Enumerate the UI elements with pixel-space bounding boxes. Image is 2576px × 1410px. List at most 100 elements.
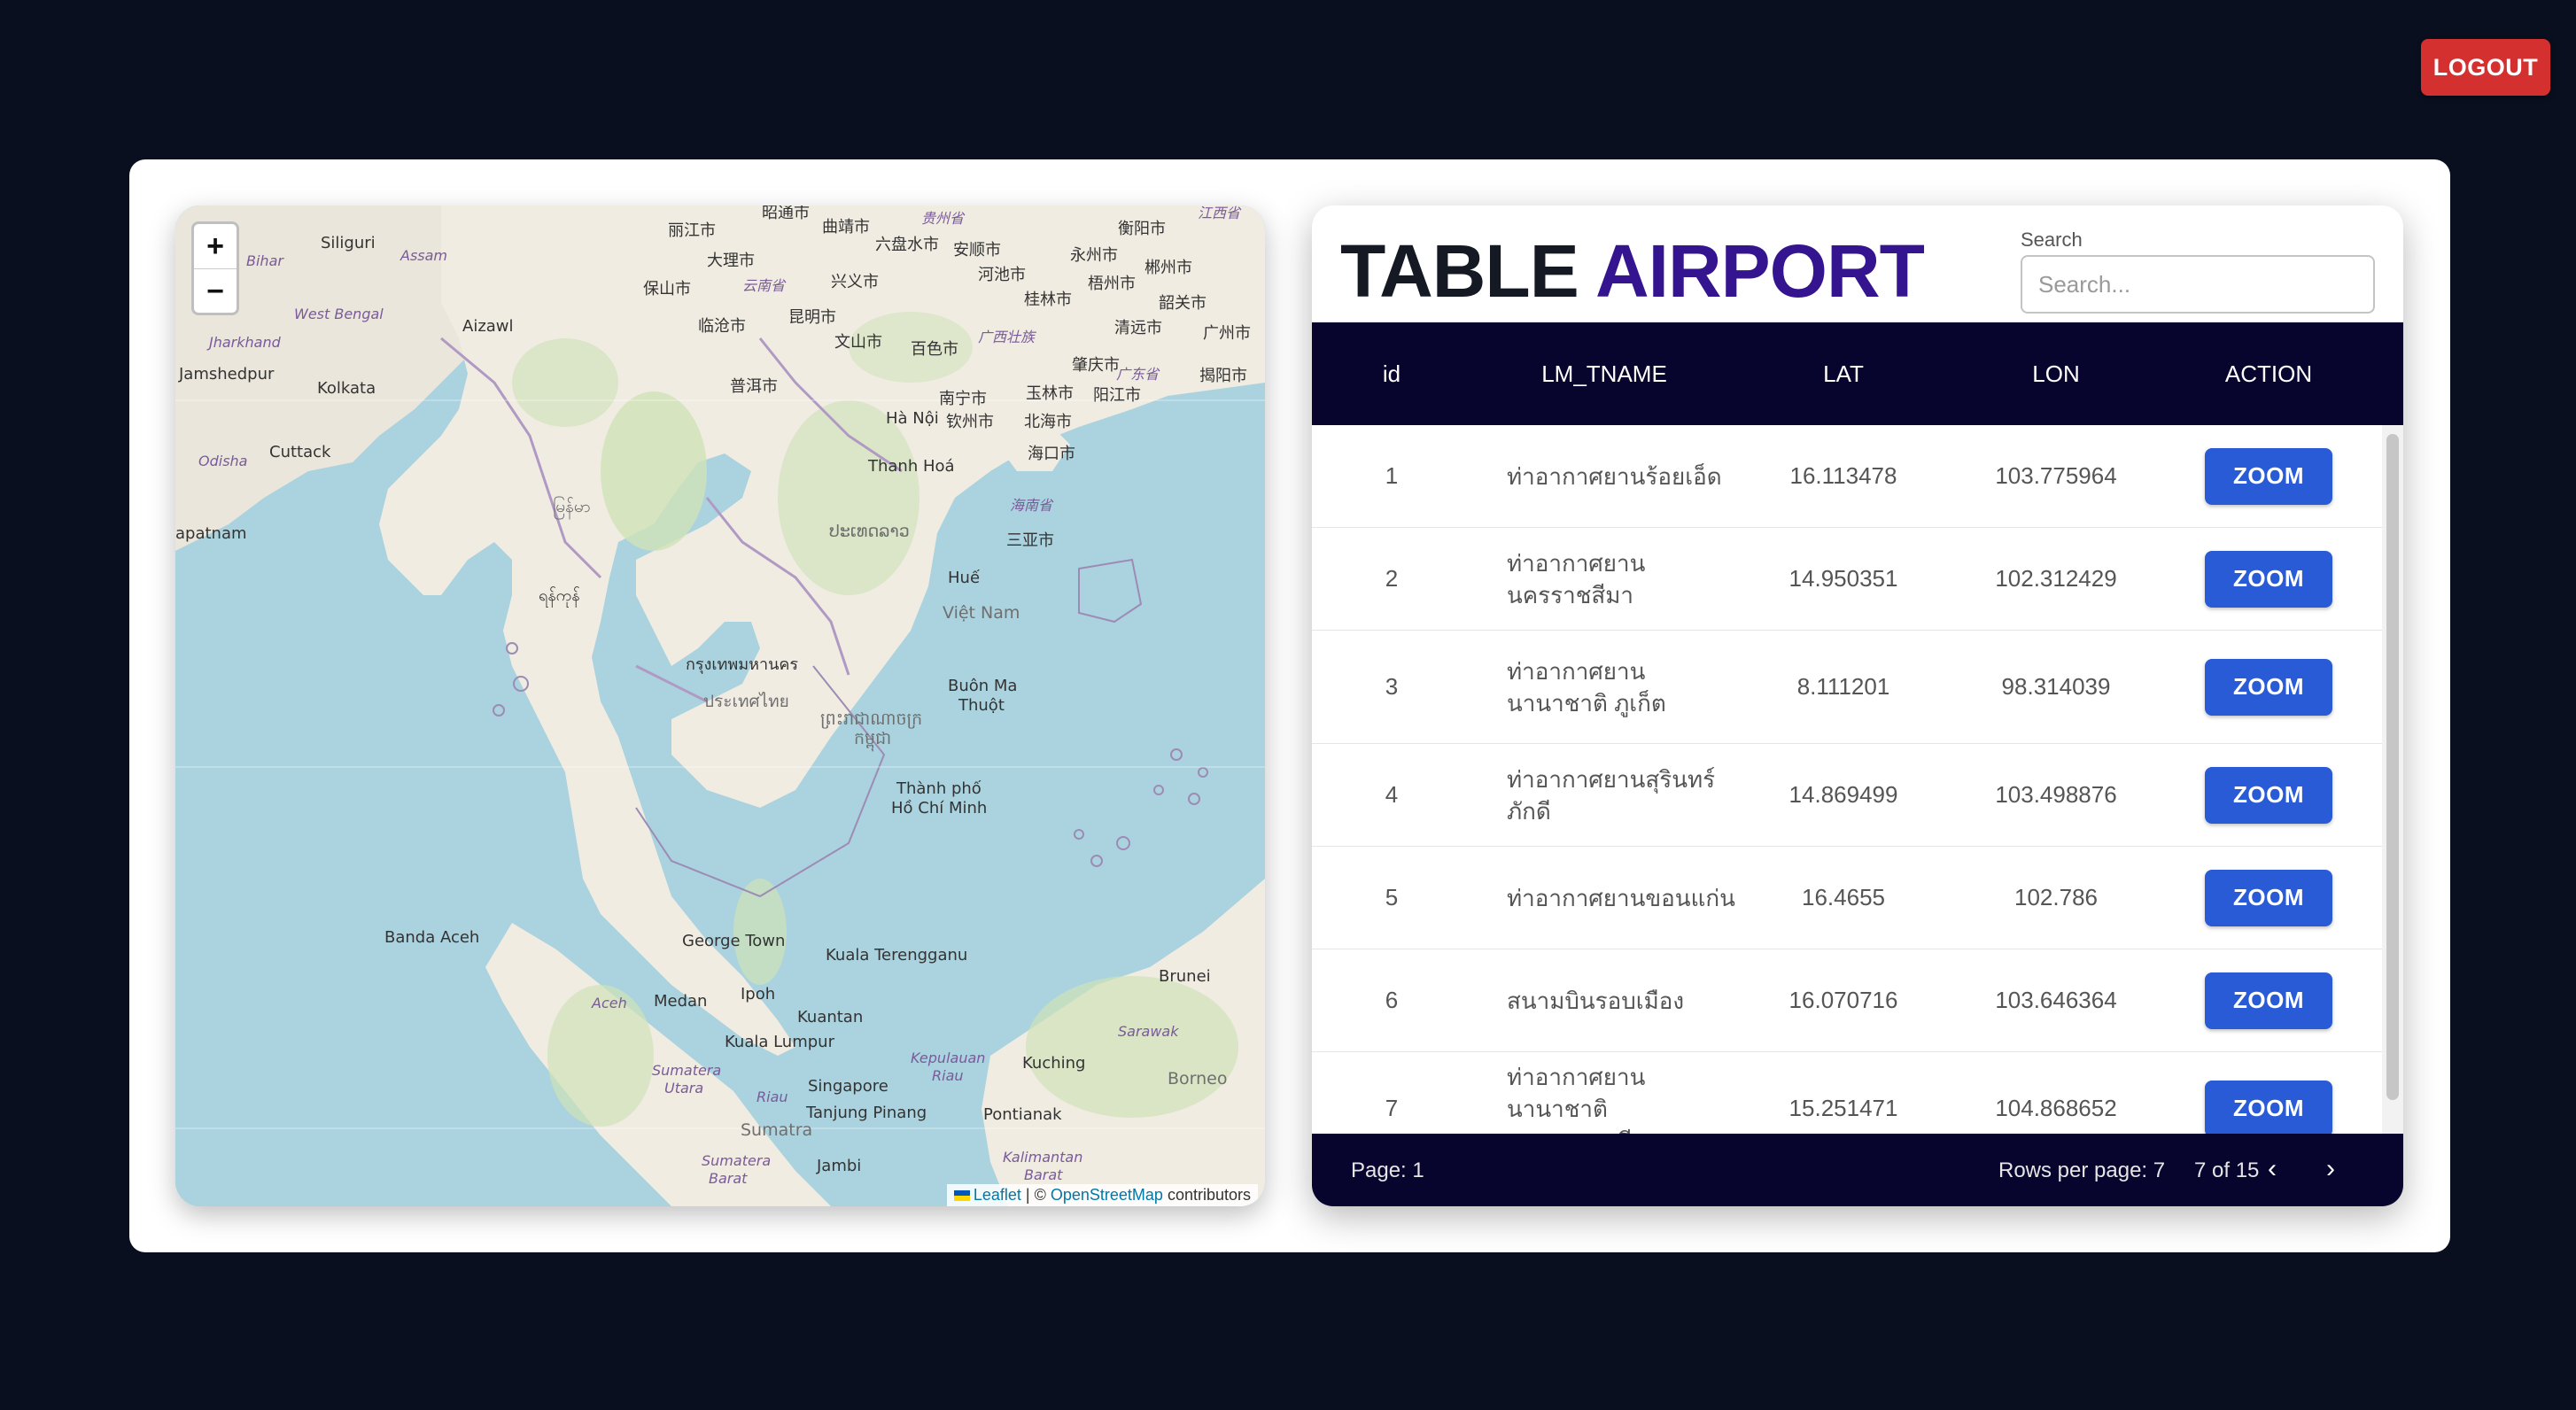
zoom-button[interactable]: ZOOM [2205, 972, 2332, 1029]
map-label: Pontianak [983, 1105, 1062, 1124]
zoom-button[interactable]: ZOOM [2205, 447, 2332, 505]
map-label: 普洱市 [730, 377, 778, 396]
map-label: 云南省 [742, 277, 787, 294]
table-row: 2 ท่าอากาศยานนครราชสีมา 14.950351 102.31… [1312, 528, 2382, 631]
cell-lon: 102.312429 [1995, 565, 2117, 592]
cell-lat: 15.251471 [1788, 1095, 1898, 1121]
map-label: Barat [1024, 1166, 1063, 1183]
cell-lon: 103.498876 [1995, 781, 2117, 808]
map-label: 贵州省 [921, 210, 966, 227]
zoom-button[interactable]: ZOOM [2205, 766, 2332, 824]
next-page-button[interactable]: › [2313, 1151, 2348, 1187]
osm-link[interactable]: OpenStreetMap [1051, 1186, 1163, 1204]
cell-action: ZOOM [2162, 447, 2375, 505]
cell-lat: 14.950351 [1788, 565, 1898, 592]
map-label: 广东省 [1116, 366, 1160, 383]
cell-lon: 104.868652 [1995, 1095, 2117, 1121]
map-label: Borneo [1168, 1069, 1228, 1088]
map-label: Sumatera [702, 1152, 771, 1169]
cell-lat: 14.869499 [1788, 781, 1898, 808]
cell-name: ท่าอากาศยานขอนแก่น [1507, 884, 1735, 911]
leaflet-link[interactable]: Leaflet [974, 1186, 1021, 1204]
cell-id: 6 [1385, 987, 1399, 1013]
map-label: Hồ Chí Minh [891, 799, 987, 817]
page-indicator: Page: 1 [1351, 1158, 1424, 1182]
column-header-name[interactable]: LM_TNAME [1471, 360, 1737, 388]
map-label: Bihar [246, 252, 284, 269]
search-input[interactable] [2021, 255, 2375, 314]
map-label: Sumatera [652, 1062, 721, 1079]
cell-action: ZOOM [2162, 869, 2375, 926]
table-scrollbar[interactable] [2382, 425, 2403, 1134]
map-tiles: Siliguri Kolkata Jamshedpur Cuttack apat… [175, 205, 1265, 1206]
cell-lat: 8.111201 [1796, 673, 1890, 700]
cell-action: ZOOM [2162, 766, 2375, 824]
rows-per-page: Rows per page: 7 [1998, 1158, 2166, 1182]
cell-lat: 16.4655 [1802, 884, 1885, 910]
map-label: ປະເທດລາວ [829, 522, 910, 541]
cell-lon: 102.786 [2014, 884, 2098, 910]
column-header-id[interactable]: id [1312, 360, 1471, 388]
map-label: 梧州市 [1088, 275, 1136, 293]
cell-name: ท่าอากาศยานนานาชาติ อุบลราชธานี [1507, 1063, 1646, 1135]
map-label: Thanh Hoá [867, 457, 955, 476]
map-label: 江西省 [1198, 205, 1242, 221]
map-label: Kuala Terengganu [826, 946, 967, 965]
map-label: 河池市 [978, 266, 1026, 284]
map-label: 安顺市 [953, 241, 1001, 260]
title-part-2: AIRPORT [1594, 229, 1925, 313]
attribution-contributors: contributors [1162, 1186, 1251, 1204]
map-label: 广西壮族 [978, 329, 1037, 345]
map-label: ရန်ကုန် [539, 586, 580, 608]
logout-button[interactable]: LOGOUT [2421, 39, 2550, 96]
map-label: 衡阳市 [1118, 220, 1166, 238]
cell-name: ท่าอากาศยานสุรินทร์ภักดี [1507, 765, 1716, 825]
map-label: 昆明市 [788, 308, 836, 327]
map-label: 玉林市 [1026, 384, 1074, 403]
map-label: 韶关市 [1159, 294, 1207, 313]
table-row: 3 ท่าอากาศยานนานาชาติ ภูเก็ต 8.111201 98… [1312, 631, 2382, 744]
zoom-button[interactable]: ZOOM [2205, 1080, 2332, 1134]
zoom-in-button[interactable]: + [194, 224, 237, 269]
table-row: 4 ท่าอากาศยานสุรินทร์ภักดี 14.869499 103… [1312, 744, 2382, 847]
column-header-lat[interactable]: LAT [1737, 360, 1950, 388]
map-label: 百色市 [911, 340, 958, 359]
map-label: ประเทศไทย [703, 692, 789, 711]
map-label: Buôn Ma [948, 677, 1017, 695]
zoom-button[interactable]: ZOOM [2205, 550, 2332, 608]
zoom-button[interactable]: ZOOM [2205, 658, 2332, 716]
map-label: 清远市 [1114, 319, 1162, 337]
map-label: Medan [654, 992, 707, 1011]
zoom-button[interactable]: ZOOM [2205, 869, 2332, 926]
map-label: Riau [932, 1067, 964, 1084]
map-label: apatnam [175, 524, 247, 543]
map-label: Tanjung Pinang [805, 1104, 927, 1122]
map-label: Kolkata [317, 379, 376, 398]
prev-page-button[interactable]: ‹ [2254, 1151, 2290, 1187]
airport-table-panel: TABLE AIRPORT Search id LM_TNAME LAT LON… [1312, 205, 2403, 1206]
cell-action: ZOOM [2162, 1080, 2375, 1134]
cell-action: ZOOM [2162, 658, 2375, 716]
map-label: 南宁市 [939, 390, 987, 408]
map-label: Utara [664, 1080, 703, 1096]
map-label: 钦州市 [946, 413, 994, 431]
map-view[interactable]: Siliguri Kolkata Jamshedpur Cuttack apat… [175, 205, 1265, 1206]
cell-name: ท่าอากาศยานร้อยเอ็ด [1507, 462, 1722, 490]
cell-id: 5 [1385, 884, 1399, 910]
cell-action: ZOOM [2162, 972, 2375, 1029]
map-label: Việt Nam [943, 603, 1020, 623]
map-label: 阳江市 [1093, 386, 1141, 405]
map-label: Brunei [1159, 967, 1211, 986]
map-label: 昭通市 [762, 205, 810, 222]
map-label: Odisha [198, 453, 247, 469]
map-label: Sarawak [1118, 1023, 1179, 1040]
zoom-out-button[interactable]: − [194, 269, 237, 313]
map-label: 广州市 [1203, 324, 1251, 343]
map-label: မြန်မာ [553, 495, 591, 520]
table-body[interactable]: 1 ท่าอากาศยานร้อยเอ็ด 16.113478 103.7759… [1312, 425, 2382, 1134]
cell-id: 1 [1385, 462, 1399, 489]
map-label: Jharkhand [206, 334, 282, 351]
map-label: 海南省 [1010, 497, 1054, 514]
column-header-lon[interactable]: LON [1950, 360, 2162, 388]
scrollbar-thumb[interactable] [2386, 434, 2399, 1100]
